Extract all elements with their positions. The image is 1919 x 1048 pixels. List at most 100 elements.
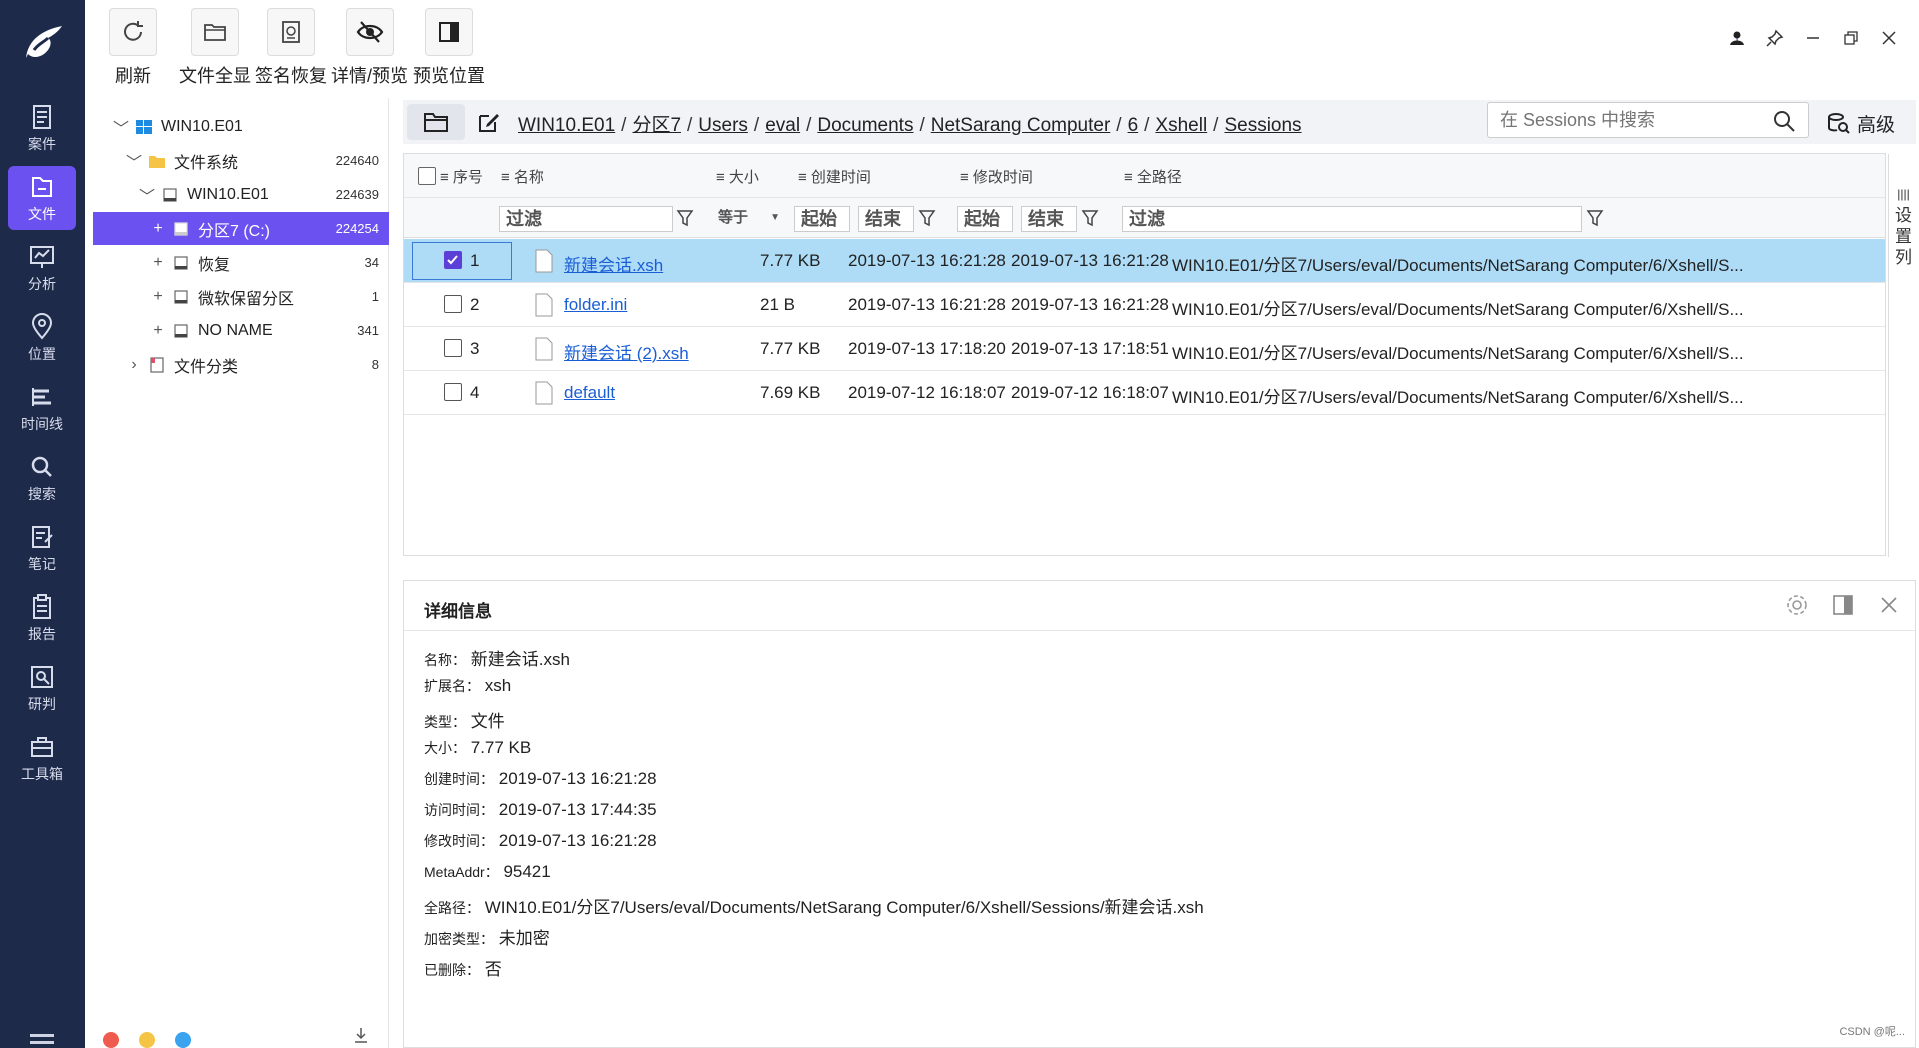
table-row[interactable]: 3 新建会话 (2).xsh 7.77 KB 2019-07-13 17:18:…	[404, 327, 1885, 371]
breadcrumb-item[interactable]: Users	[698, 115, 748, 136]
cell-created: 2019-07-13 17:18:20	[848, 339, 1006, 358]
breadcrumb-item[interactable]: Xshell	[1155, 115, 1207, 136]
name-filter-input[interactable]: 过滤	[499, 206, 673, 232]
close-icon[interactable]	[1879, 28, 1899, 48]
column-settings-button[interactable]: |||| 设置列	[1888, 154, 1918, 557]
filter-icon[interactable]	[918, 208, 936, 228]
expand-plus-icon[interactable]: +	[150, 220, 166, 238]
red-dot[interactable]	[103, 1032, 119, 1048]
col-name-label: 名称	[513, 169, 544, 186]
close-icon[interactable]	[1877, 593, 1901, 617]
select-all-checkbox[interactable]	[418, 167, 436, 185]
breadcrumb-item[interactable]: Sessions	[1224, 115, 1301, 136]
yellow-dot[interactable]	[139, 1032, 155, 1048]
col-fullpath[interactable]: ≡ 全路径	[1124, 166, 1182, 187]
chevron-down-icon[interactable]: ﹀	[139, 183, 155, 207]
breadcrumb-item[interactable]: 分区7	[632, 115, 681, 136]
col-created[interactable]: ≡ 创建时间	[798, 166, 871, 187]
size-operator-select[interactable]: 等于 ▼	[712, 206, 784, 232]
minimize-icon[interactable]	[1803, 28, 1823, 48]
path-filter-input[interactable]: 过滤	[1122, 206, 1582, 232]
tree-node-filesystem[interactable]: ﹀ 文件系统 224640	[93, 144, 389, 177]
breadcrumb-item[interactable]: eval	[765, 115, 800, 136]
row-checkbox[interactable]	[444, 383, 462, 401]
path-bar: WIN10.E01/分区7/Users / eval / Documents / NetSa…	[403, 100, 1916, 144]
search-icon	[31, 456, 52, 477]
tree-node-msr[interactable]: + 微软保留分区 1	[93, 280, 389, 313]
breadcrumb-item[interactable]: 6	[1128, 115, 1139, 136]
filter-icon[interactable]	[1081, 208, 1099, 228]
table-row[interactable]: 1 新建会话.xsh 7.77 KB 2019-07-13 16:21:28 2…	[404, 239, 1885, 283]
menu-icon[interactable]	[30, 1034, 54, 1044]
nav-case[interactable]: 案件	[8, 96, 76, 160]
expand-plus-icon[interactable]: +	[150, 288, 166, 306]
signature-recover-button[interactable]: 签名恢复	[255, 8, 327, 88]
col-modified[interactable]: ≡ 修改时间	[960, 166, 1033, 187]
tree-node-image[interactable]: ﹀ WIN10.E01 224639	[93, 178, 389, 211]
blue-dot[interactable]	[175, 1032, 191, 1048]
tree-node-classify[interactable]: › 文件分类 8	[93, 348, 389, 381]
detail-key: 访问时间：	[424, 802, 494, 818]
row-checkbox[interactable]	[444, 295, 462, 313]
cell-name[interactable]: default	[564, 383, 615, 403]
modified-end-input[interactable]: 结束	[1021, 206, 1077, 232]
created-end-input[interactable]: 结束	[858, 206, 914, 232]
search-input[interactable]	[1488, 103, 1758, 137]
table-row[interactable]: 4 default 7.69 KB 2019-07-12 16:18:07 20…	[404, 371, 1885, 415]
nav-timeline-label: 时间线	[21, 416, 63, 432]
chevron-down-icon[interactable]: ﹀	[113, 115, 129, 139]
preview-position-button[interactable]: 预览位置	[413, 8, 485, 88]
left-nav: 案件 文件 分析 位置 时间线 搜索 笔记 报告 研判 工具箱	[0, 0, 85, 1048]
tree-node-recover[interactable]: + 恢复 34	[93, 246, 389, 279]
col-seq[interactable]: ≡ 序号	[440, 166, 483, 187]
pin-icon[interactable]	[1765, 28, 1785, 48]
cell-name[interactable]: folder.ini	[564, 295, 627, 315]
modified-start-input[interactable]: 起始	[957, 206, 1013, 232]
chevron-down-icon[interactable]: ﹀	[126, 149, 142, 173]
nav-note[interactable]: 笔记	[8, 516, 76, 580]
nav-file[interactable]: 文件	[8, 166, 76, 230]
refresh-button[interactable]: 刷新	[109, 8, 157, 88]
nav-search[interactable]: 搜索	[8, 446, 76, 510]
folder-nav-button[interactable]	[407, 104, 465, 140]
breadcrumb-item[interactable]: NetSarang Computer	[931, 115, 1111, 136]
nav-report[interactable]: 报告	[8, 586, 76, 650]
created-start-input[interactable]: 起始	[794, 206, 850, 232]
filter-icon[interactable]	[676, 208, 694, 228]
user-icon[interactable]	[1727, 28, 1747, 48]
col-name[interactable]: ≡ 名称	[501, 166, 544, 187]
tree-node-partition-c[interactable]: + 分区7 (C:) 224254	[93, 212, 389, 245]
row-checkbox[interactable]	[444, 339, 462, 357]
chevron-right-icon[interactable]: ›	[126, 356, 142, 374]
nav-judge[interactable]: 研判	[8, 656, 76, 720]
tree-node-root[interactable]: ﹀ WIN10.E01	[93, 110, 389, 143]
breadcrumb-item[interactable]: Documents	[817, 115, 913, 136]
collapse-icon[interactable]	[353, 1026, 369, 1046]
nav-timeline[interactable]: 时间线	[8, 376, 76, 440]
search-icon[interactable]	[1772, 109, 1796, 133]
filter-icon[interactable]	[1586, 208, 1604, 228]
col-created-label: 创建时间	[810, 169, 871, 186]
detail-field: 名称： 新建会话.xsh	[424, 645, 570, 670]
tree-node-noname[interactable]: + NO NAME 341	[93, 314, 389, 347]
restore-icon[interactable]	[1841, 28, 1861, 48]
cell-name[interactable]: 新建会话 (2).xsh	[564, 339, 689, 364]
detail-preview-button[interactable]: 详情/预览	[331, 8, 408, 88]
cell-name[interactable]: 新建会话.xsh	[564, 251, 663, 276]
gear-icon[interactable]	[1785, 593, 1809, 617]
row-checkbox[interactable]	[444, 251, 462, 269]
nav-toolbox[interactable]: 工具箱	[8, 726, 76, 790]
nav-analysis[interactable]: 分析	[8, 236, 76, 300]
table-row[interactable]: 2 folder.ini 21 B 2019-07-13 16:21:28 20…	[404, 283, 1885, 327]
expand-plus-icon[interactable]: +	[150, 254, 166, 272]
col-size[interactable]: ≡ 大小	[716, 166, 759, 187]
detail-field: 创建时间： 2019-07-13 16:21:28	[424, 769, 657, 789]
edit-path-icon[interactable]	[477, 110, 501, 134]
expand-plus-icon[interactable]: +	[150, 322, 166, 340]
nav-location[interactable]: 位置	[8, 306, 76, 370]
breadcrumb-item[interactable]: WIN10.E01	[518, 115, 615, 136]
panel-right-icon[interactable]	[1831, 593, 1855, 617]
show-all-button[interactable]: 文件全显	[179, 8, 251, 88]
advanced-search-button[interactable]: 高级	[1827, 110, 1895, 137]
detail-header: 详细信息	[404, 581, 1915, 631]
